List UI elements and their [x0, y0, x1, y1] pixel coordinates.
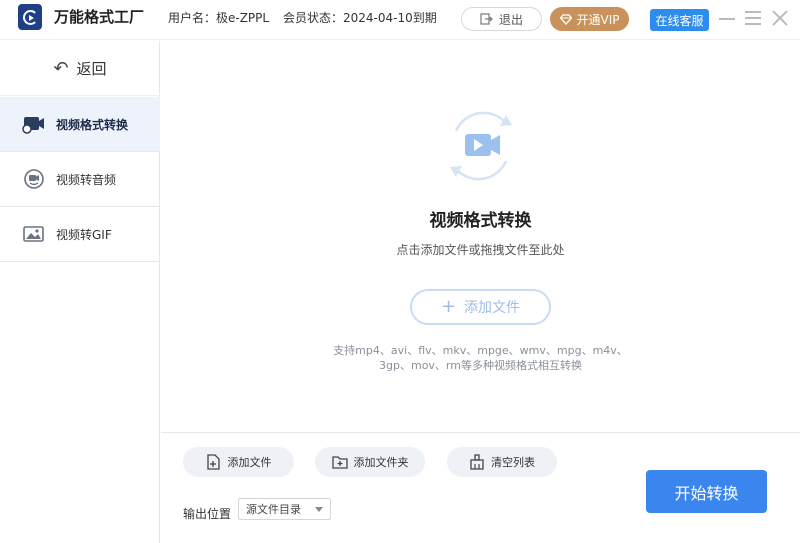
video-convert-graphic-icon: [450, 111, 512, 181]
formats-line: 3gp、mov、rm等多种视频格式相互转换: [379, 359, 582, 372]
video-convert-icon: [22, 113, 46, 135]
main-panel: 视频格式转换 点击添加文件或拖拽文件至此处 + 添加文件 支持mp4、avi、f…: [161, 41, 800, 543]
supported-formats-text: 支持mp4、avi、flv、mkv、mpge、wmv、mpg、m4v、 3gp、…: [161, 343, 800, 373]
app-logo-icon: [18, 4, 42, 30]
member-status-text: 会员状态：2024-04-10到期: [283, 11, 437, 25]
start-convert-button[interactable]: 开始转换: [646, 470, 767, 513]
title-bar: 万能格式工厂 用户名：极e-ZPPL 会员状态：2024-04-10到期 退出 …: [0, 0, 800, 40]
logout-icon: [480, 13, 493, 25]
plus-icon: +: [440, 296, 457, 317]
vip-button[interactable]: 开通VIP: [550, 7, 629, 31]
add-file-icon: [206, 454, 222, 470]
formats-line: 支持mp4、avi、flv、mkv、mpge、wmv、mpg、m4v、: [333, 344, 628, 357]
clear-list-label: 清空列表: [491, 456, 535, 469]
output-location-value: 源文件目录: [246, 503, 301, 516]
diamond-icon: [559, 13, 572, 25]
sidebar-item-video-convert[interactable]: 视频格式转换: [0, 97, 160, 152]
chevron-down-icon: [315, 507, 323, 512]
close-icon[interactable]: [772, 10, 788, 26]
sidebar-item-video-to-audio[interactable]: 视频转音频: [0, 152, 160, 207]
menu-icon[interactable]: [745, 10, 761, 26]
clear-broom-icon: [469, 454, 485, 470]
video-audio-icon: [22, 168, 46, 190]
drop-zone-subtitle: 点击添加文件或拖拽文件至此处: [396, 243, 565, 257]
online-service-button[interactable]: 在线客服: [650, 9, 709, 31]
sidebar-item-label: 视频转音频: [56, 172, 117, 187]
drop-zone-title: 视频格式转换: [429, 211, 532, 231]
sidebar-item-label: 视频转GIF: [56, 227, 112, 242]
bottom-toolbar: 添加文件 添加文件夹 清空列表 输出位置 源文件目录 开始转换: [161, 434, 800, 543]
back-arrow-icon: ↶: [53, 57, 69, 79]
add-folder-button[interactable]: 添加文件夹: [315, 447, 425, 477]
add-file-button[interactable]: 添加文件: [183, 447, 294, 477]
clear-list-button[interactable]: 清空列表: [447, 447, 557, 477]
back-button[interactable]: ↶ 返回: [0, 41, 160, 96]
add-folder-label: 添加文件夹: [353, 456, 409, 469]
gif-image-icon: [22, 223, 46, 245]
minimize-icon[interactable]: [719, 9, 735, 27]
add-file-label: 添加文件: [227, 456, 272, 469]
back-label: 返回: [76, 59, 107, 78]
sidebar-item-label: 视频格式转换: [56, 117, 129, 132]
vip-label: 开通VIP: [576, 12, 620, 27]
app-title: 万能格式工厂: [54, 8, 145, 26]
logout-button[interactable]: 退出: [461, 7, 542, 31]
output-location-select[interactable]: 源文件目录: [238, 498, 331, 520]
add-file-label: 添加文件: [464, 300, 521, 316]
drop-zone[interactable]: 视频格式转换 点击添加文件或拖拽文件至此处 + 添加文件 支持mp4、avi、f…: [161, 41, 800, 433]
sidebar-item-video-to-gif[interactable]: 视频转GIF: [0, 207, 160, 262]
logout-label: 退出: [498, 12, 523, 27]
sidebar: ↶ 返回 视频格式转换 视频转音频 视频转GIF: [0, 41, 160, 543]
add-folder-icon: [331, 454, 348, 470]
username-text: 用户名：极e-ZPPL: [168, 11, 270, 25]
add-file-button-center[interactable]: + 添加文件: [410, 289, 551, 325]
output-location-label: 输出位置: [183, 507, 232, 521]
